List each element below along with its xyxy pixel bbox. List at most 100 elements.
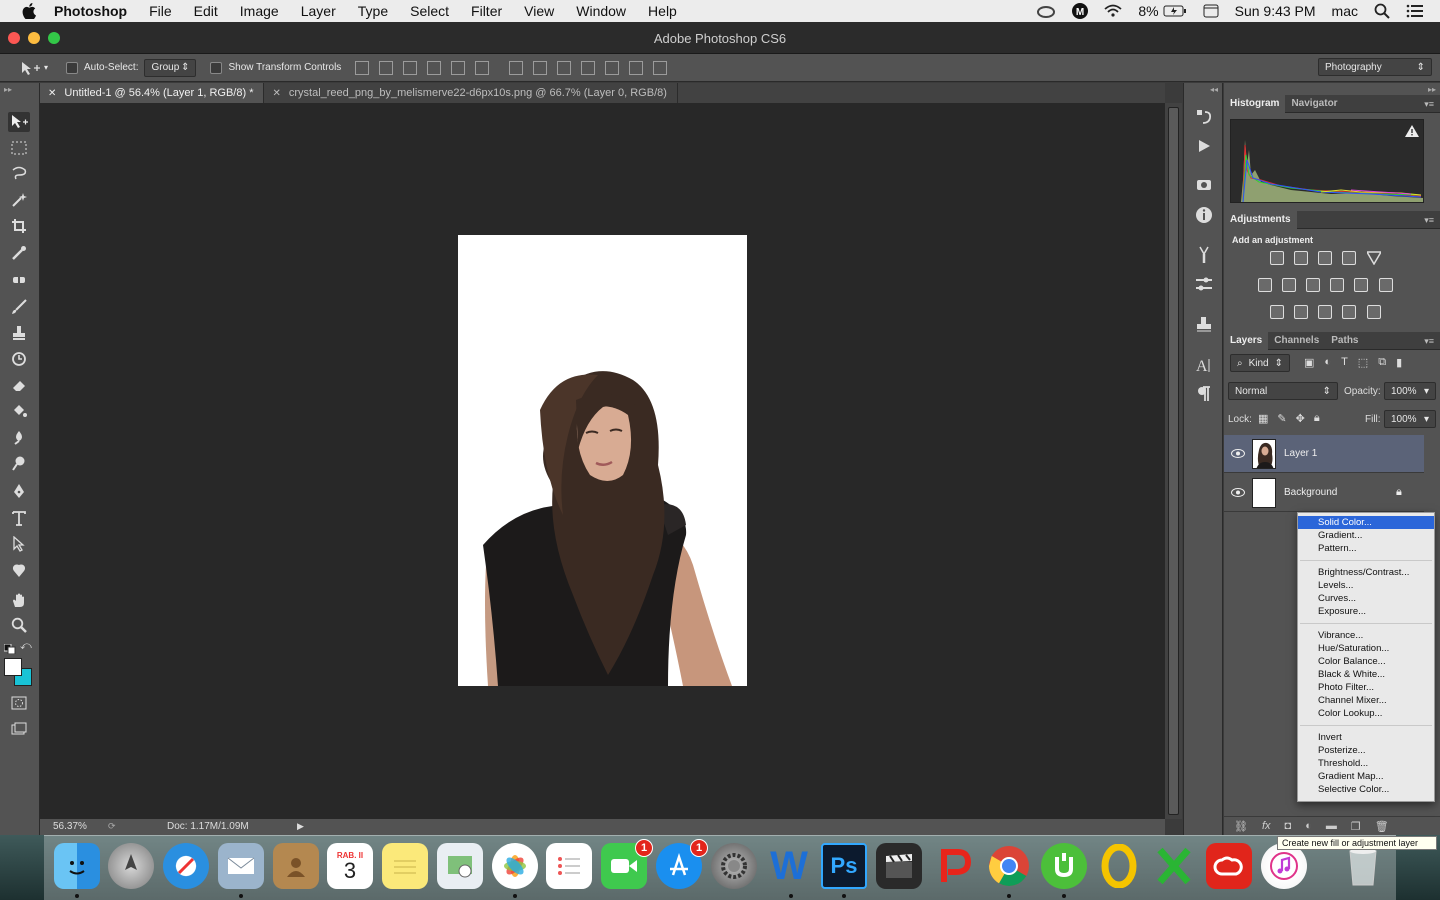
type-tool-icon[interactable]	[8, 508, 30, 528]
photos-icon[interactable]	[492, 843, 538, 889]
mail-icon[interactable]	[218, 843, 264, 889]
clone-source-panel-icon[interactable]	[1194, 314, 1214, 334]
creative-cloud-icon[interactable]	[1206, 843, 1252, 889]
facetime-icon[interactable]: 1	[601, 839, 653, 889]
menu-type[interactable]: Type	[347, 3, 399, 19]
lasso-tool-icon[interactable]	[8, 164, 30, 184]
crop-tool-icon[interactable]	[8, 216, 30, 236]
hue-saturation-icon[interactable]	[1258, 278, 1272, 292]
lock-image-icon[interactable]: ✎	[1277, 412, 1286, 425]
healing-brush-tool-icon[interactable]	[8, 270, 30, 290]
paragraph-panel-icon[interactable]	[1194, 384, 1214, 404]
menu-item-color-balance[interactable]: Color Balance...	[1298, 655, 1434, 668]
move-tool-icon[interactable]	[8, 112, 30, 132]
photo-filter-icon[interactable]	[1330, 278, 1344, 292]
default-colors-icon[interactable]	[3, 641, 16, 655]
align-right-edges-icon[interactable]	[475, 60, 490, 75]
exposure-icon[interactable]	[1342, 251, 1356, 265]
menu-item-black-white[interactable]: Black & White...	[1298, 668, 1434, 681]
layer-name[interactable]: Layer 1	[1284, 448, 1317, 459]
wps-presentation-icon[interactable]	[931, 843, 977, 889]
add-mask-icon[interactable]: ◘	[1285, 820, 1292, 832]
document-canvas[interactable]	[458, 235, 747, 686]
menu-image[interactable]: Image	[229, 3, 290, 19]
menu-window[interactable]: Window	[565, 3, 637, 19]
menu-edit[interactable]: Edit	[183, 3, 229, 19]
menu-item-gradient-map[interactable]: Gradient Map...	[1298, 770, 1434, 783]
fill-field[interactable]: 100% ▾	[1384, 410, 1436, 428]
reminders-icon[interactable]	[546, 843, 592, 889]
filter-kind-dropdown[interactable]: ⌕ Kind ⇕	[1230, 354, 1290, 372]
notes-icon[interactable]	[382, 843, 428, 889]
user-name[interactable]: mac	[1332, 3, 1358, 19]
tab-histogram[interactable]: Histogram	[1224, 94, 1286, 113]
spotlight-search-icon[interactable]	[1374, 3, 1390, 19]
lock-transparent-icon[interactable]: ▦	[1258, 412, 1268, 425]
clone-stamp-tool-icon[interactable]	[8, 323, 30, 343]
history-panel-icon[interactable]	[1194, 107, 1214, 127]
swap-colors-icon[interactable]: ⤺	[20, 640, 32, 652]
calendar-menu-icon[interactable]	[1203, 4, 1219, 18]
black-white-icon[interactable]	[1306, 278, 1320, 292]
panel-menu-icon[interactable]: ▾≡	[1424, 215, 1434, 226]
menu-item-channel-mixer[interactable]: Channel Mixer...	[1298, 694, 1434, 707]
tab-layers[interactable]: Layers	[1224, 331, 1269, 350]
utorrent-icon[interactable]	[1041, 843, 1087, 889]
wps-spreadsheet-icon[interactable]	[1151, 843, 1197, 889]
align-bottom-edges-icon[interactable]	[403, 60, 418, 75]
auto-select-checkbox[interactable]	[66, 61, 78, 74]
tab-adjustments[interactable]: Adjustments	[1224, 210, 1297, 229]
clock[interactable]: Sun 9:43 PM	[1235, 3, 1316, 19]
path-selection-tool-icon[interactable]	[8, 534, 30, 554]
collapse-panels-icon[interactable]: ▸▸	[1428, 85, 1436, 94]
menu-item-selective-color[interactable]: Selective Color...	[1298, 783, 1434, 796]
align-vertical-centers-icon[interactable]	[379, 60, 394, 75]
filter-toggle-icon[interactable]: ▮	[1396, 356, 1402, 369]
panel-menu-icon[interactable]: ▾≡	[1424, 336, 1434, 347]
layer-style-fx-icon[interactable]: fx	[1262, 820, 1271, 832]
menu-item-solid-color[interactable]: Solid Color...	[1298, 516, 1434, 529]
notification-center-icon[interactable]	[1406, 4, 1424, 18]
paint-bucket-tool-icon[interactable]	[8, 401, 30, 421]
history-brush-tool-icon[interactable]	[8, 349, 30, 369]
menu-item-exposure[interactable]: Exposure...	[1298, 605, 1434, 618]
delete-layer-icon[interactable]: 🗑︎	[1375, 820, 1389, 833]
app-store-icon[interactable]: 1	[656, 839, 708, 889]
creative-cloud-status-icon[interactable]	[1036, 4, 1056, 18]
lock-all-icon[interactable]: 🔒︎	[1314, 412, 1320, 425]
posterize-icon[interactable]	[1294, 305, 1308, 319]
zoom-tool-icon[interactable]	[8, 615, 30, 635]
layer-name[interactable]: Background	[1284, 487, 1337, 498]
auto-select-dropdown[interactable]: Group ⇕	[144, 58, 197, 77]
tab-crystal-reed[interactable]: ✕ crystal_reed_png_by_melismerve22-d6px1…	[264, 83, 678, 103]
chrome-icon[interactable]	[986, 843, 1032, 889]
distribute-hcenter-icon[interactable]	[605, 60, 620, 75]
marquee-tool-icon[interactable]	[8, 138, 30, 158]
tab-untitled-1[interactable]: ✕ Untitled-1 @ 56.4% (Layer 1, RGB/8) *	[40, 83, 265, 103]
selective-color-icon[interactable]	[1342, 305, 1356, 319]
opacity-field[interactable]: 100% ▾	[1384, 382, 1436, 400]
menu-item-vibrance[interactable]: Vibrance...	[1298, 629, 1434, 642]
actions-panel-icon[interactable]	[1194, 136, 1214, 156]
blend-mode-dropdown[interactable]: Normal ⇕	[1228, 382, 1338, 400]
photoshop-icon[interactable]: Ps	[821, 843, 867, 889]
brush-panel-icon[interactable]	[1194, 274, 1214, 294]
visibility-eye-icon[interactable]	[1224, 488, 1252, 497]
menu-item-color-lookup[interactable]: Color Lookup...	[1298, 707, 1434, 720]
battery-icon[interactable]	[1163, 5, 1187, 17]
menu-layer[interactable]: Layer	[290, 3, 347, 19]
link-layers-icon[interactable]: ⛓︎	[1234, 820, 1248, 833]
layer-row-background[interactable]: Background 🔒︎	[1224, 474, 1424, 512]
finder-icon[interactable]	[54, 843, 100, 889]
character-panel-icon[interactable]: A	[1194, 355, 1214, 375]
collapse-strip-icon[interactable]: ◂◂	[1210, 85, 1218, 94]
distribute-left-icon[interactable]	[581, 60, 596, 75]
distribute-top-icon[interactable]	[509, 60, 524, 75]
menu-item-photo-filter[interactable]: Photo Filter...	[1298, 681, 1434, 694]
close-tab-icon[interactable]: ✕	[272, 88, 280, 99]
filter-pixel-icon[interactable]: ▣	[1304, 356, 1314, 369]
brush-presets-panel-icon[interactable]	[1194, 245, 1214, 265]
menu-view[interactable]: View	[513, 3, 565, 19]
visibility-eye-icon[interactable]	[1224, 449, 1252, 458]
filter-smart-object-icon[interactable]: ⧉	[1378, 356, 1386, 369]
